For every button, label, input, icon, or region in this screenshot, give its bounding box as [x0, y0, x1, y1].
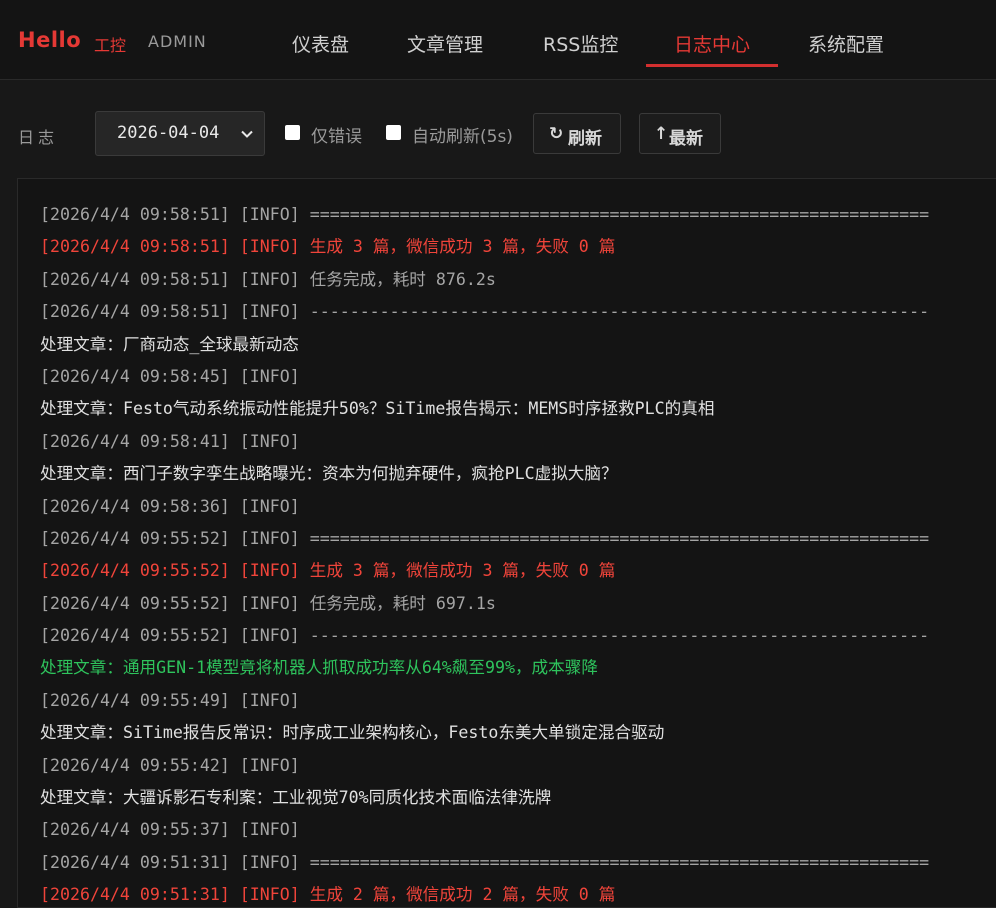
date-select[interactable]: 2026-04-04 — [95, 111, 265, 156]
log-line: [2026/4/4 09:58:45] [INFO] — [40, 366, 300, 386]
nav-item-settings[interactable]: 系统配置 — [808, 30, 884, 57]
toolbar-label: 日志 — [18, 128, 59, 147]
nav-item-logs[interactable]: 日志中心 — [674, 30, 750, 57]
active-tab-indicator — [646, 64, 778, 67]
log-line: [2026/4/4 09:55:42] [INFO] — [40, 755, 300, 775]
log-line: [2026/4/4 09:55:37] [INFO] — [40, 820, 300, 840]
latest-button[interactable]: ↑ 最新 — [639, 113, 721, 154]
log-line: [2026/4/4 09:58:41] [INFO] — [40, 431, 300, 451]
date-select-value: 2026-04-04 — [117, 123, 220, 143]
log-line: [2026/4/4 09:55:52] [INFO] =============… — [40, 528, 930, 548]
brand-logo[interactable]: Hello — [18, 28, 81, 52]
top-navbar: Hello 工控 ADMIN 仪表盘 文章管理 RSS监控 日志中心 系统配置 — [0, 0, 996, 80]
latest-button-label: 最新 — [669, 129, 703, 149]
log-line: [2026/4/4 09:55:49] [INFO] — [40, 690, 300, 710]
nav-item-articles[interactable]: 文章管理 — [407, 30, 483, 57]
checkbox-box[interactable] — [285, 125, 300, 140]
log-line: [2026/4/4 09:55:52] [INFO] 任务完成，耗时 697.1… — [40, 593, 496, 613]
log-line: [2026/4/4 09:51:31] [INFO] 生成 2 篇，微信成功 2… — [40, 885, 616, 905]
log-line: 处理文章：西门子数字孪生战略曝光：资本为何抛弃硬件，疯抢PLC虚拟大脑？ — [40, 464, 618, 484]
auto-refresh-label: 自动刷新(5s) — [412, 127, 513, 147]
errors-only-label: 仅错误 — [311, 127, 362, 147]
log-line: 处理文章：SiTime报告反常识：时序成工业架构核心，Festo东美大单锁定混合… — [40, 723, 665, 743]
log-line: [2026/4/4 09:58:51] [INFO] 任务完成，耗时 876.2… — [40, 269, 496, 289]
log-panel[interactable]: [2026/4/4 09:58:51] [INFO] =============… — [17, 178, 996, 908]
refresh-button-label: 刷新 — [568, 129, 602, 149]
log-line: [2026/4/4 09:58:51] [INFO] -------------… — [40, 302, 930, 322]
log-line: [2026/4/4 09:58:36] [INFO] — [40, 496, 300, 516]
log-line: [2026/4/4 09:51:31] [INFO] =============… — [40, 852, 930, 872]
chevron-down-icon — [240, 126, 254, 146]
brand-admin-label: ADMIN — [148, 32, 207, 51]
log-line: [2026/4/4 09:58:51] [INFO] =============… — [40, 205, 930, 224]
log-line: 处理文章：大疆诉影石专利案：工业视觉70%同质化技术面临法律洗牌 — [40, 788, 552, 808]
log-line: 处理文章：厂商动态_全球最新动态 — [40, 334, 299, 354]
log-line: [2026/4/4 09:55:52] [INFO] -------------… — [40, 626, 930, 646]
log-line: [2026/4/4 09:58:51] [INFO] 生成 3 篇，微信成功 3… — [40, 237, 616, 257]
log-list: [2026/4/4 09:58:51] [INFO] =============… — [40, 199, 996, 907]
refresh-button[interactable]: ↻ 刷新 — [533, 113, 621, 154]
log-line: 处理文章：Festo气动系统振动性能提升50%？SiTime报告揭示：MEMS时… — [40, 399, 715, 419]
checkbox-box[interactable] — [386, 125, 401, 140]
nav-item-rss[interactable]: RSS监控 — [543, 30, 618, 57]
brand-subtitle: 工控 — [94, 36, 127, 55]
log-line: 处理文章：通用GEN-1模型竟将机器人抓取成功率从64%飙至99%，成本骤降 — [40, 658, 598, 678]
arrow-up-icon: ↑ — [654, 124, 669, 144]
refresh-icon: ↻ — [549, 124, 564, 144]
log-line: [2026/4/4 09:55:52] [INFO] 生成 3 篇，微信成功 3… — [40, 561, 616, 581]
nav-item-dashboard[interactable]: 仪表盘 — [292, 30, 349, 57]
